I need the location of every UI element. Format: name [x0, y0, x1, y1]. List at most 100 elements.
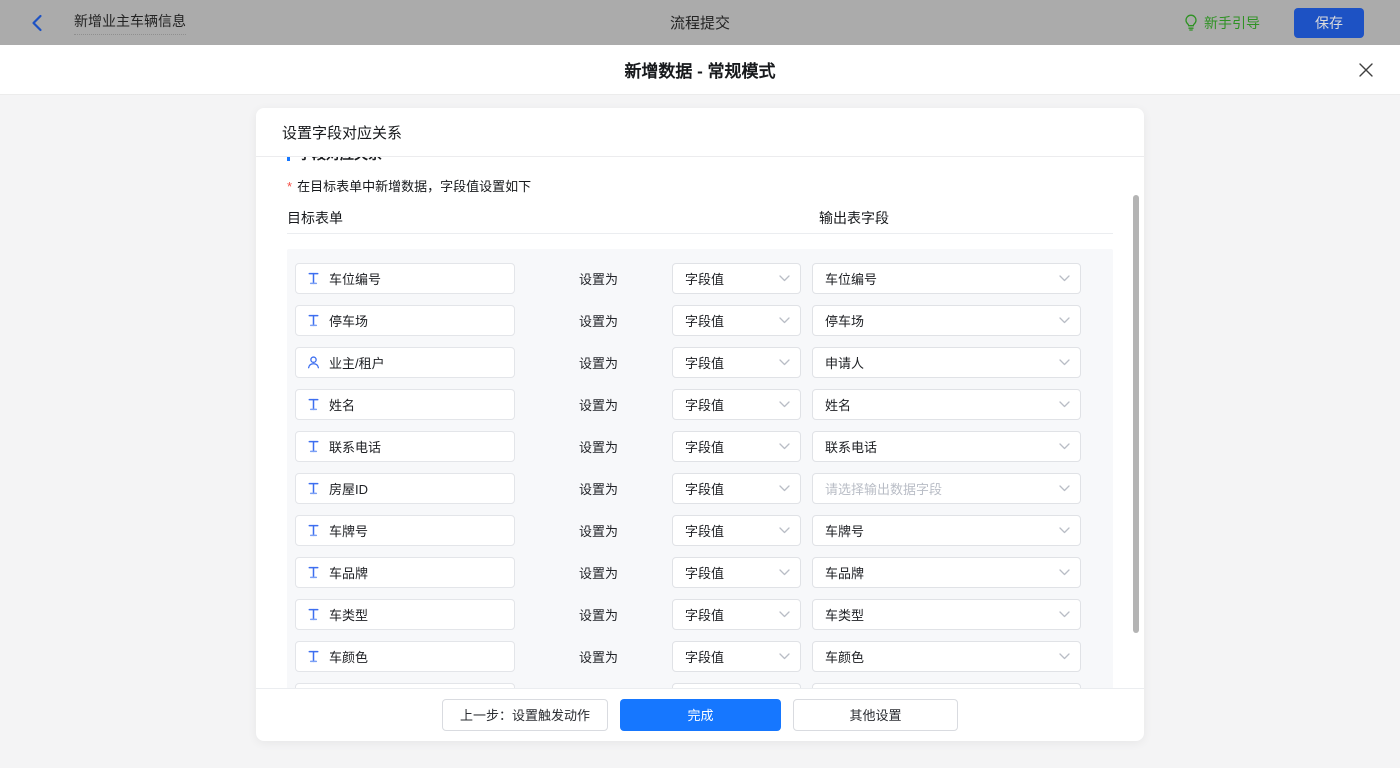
target-field-box: 车颜色 — [295, 641, 515, 672]
chevron-down-icon — [1059, 569, 1070, 576]
column-target-form: 目标表单 — [287, 208, 819, 228]
value-type-select-label: 字段值 — [685, 647, 724, 666]
value-type-select[interactable]: 字段值 — [672, 389, 801, 420]
output-field-select-label: 车品牌 — [825, 563, 864, 582]
output-field-select[interactable]: 联系电话 — [812, 431, 1081, 462]
value-type-select[interactable]: 字段值 — [672, 305, 801, 336]
beginner-guide-button[interactable]: 新手引导 — [1184, 13, 1260, 33]
target-field-box: 车类型 — [295, 599, 515, 630]
save-button[interactable]: 保存 — [1294, 8, 1364, 38]
value-type-select[interactable]: 字段值 — [672, 515, 801, 546]
target-field-label: 车类型 — [329, 605, 368, 624]
output-field-select[interactable]: 车位编号 — [812, 263, 1081, 294]
app-header: 新增业主车辆信息 流程提交 新手引导 保存 — [0, 0, 1400, 45]
mapping-row: 姓名 设置为 字段值 姓名 — [295, 389, 1105, 420]
value-type-select-label: 字段值 — [685, 437, 724, 456]
prev-step-button[interactable]: 上一步：设置触发动作 — [442, 699, 608, 731]
value-type-select[interactable]: 字段值 — [672, 641, 801, 672]
chevron-down-icon — [1059, 527, 1070, 534]
other-settings-button[interactable]: 其他设置 — [793, 699, 958, 731]
text-field-icon — [306, 397, 321, 412]
mapping-row: 车位编号 设置为 字段值 车位编号 — [295, 263, 1105, 294]
column-output-fields: 输出表字段 — [819, 208, 889, 228]
value-type-select[interactable]: 字段值 — [672, 263, 801, 294]
beginner-guide-label: 新手引导 — [1204, 13, 1260, 33]
target-field-box: 车牌号 — [295, 515, 515, 546]
output-field-select-label: 车颜色 — [825, 647, 864, 666]
set-as-label: 设置为 — [579, 647, 619, 666]
set-as-label: 设置为 — [579, 479, 619, 498]
output-field-select-label: 停车场 — [825, 311, 864, 330]
modal-header: 新增数据 - 常规模式 — [0, 45, 1400, 95]
chevron-down-icon — [779, 611, 790, 618]
set-as-label: 设置为 — [579, 521, 619, 540]
scrollbar-thumb[interactable] — [1133, 195, 1139, 633]
target-field-label: 车牌号 — [329, 521, 368, 540]
value-type-select[interactable]: 字段值 — [672, 431, 801, 462]
output-field-select[interactable]: 车类型 — [812, 599, 1081, 630]
output-field-select-label: 姓名 — [825, 395, 851, 414]
set-as-label: 设置为 — [579, 437, 619, 456]
text-field-icon — [306, 565, 321, 580]
chevron-down-icon — [779, 275, 790, 282]
output-field-select[interactable]: 申请人 — [812, 347, 1081, 378]
target-field-label: 房屋ID — [329, 479, 368, 498]
close-icon[interactable] — [1358, 62, 1374, 78]
modal-title: 新增数据 - 常规模式 — [624, 57, 775, 82]
target-field-label: 停车场 — [329, 311, 368, 330]
modal-body: 设置字段对应关系 字段对应关系 *在目标表单中新增数据，字段值设置如下 目标表单… — [0, 108, 1400, 768]
target-field-box: 停车场 — [295, 305, 515, 336]
value-type-select-label: 字段值 — [685, 479, 724, 498]
mapping-row: 停车场 设置为 字段值 停车场 — [295, 305, 1105, 336]
panel-footer: 上一步：设置触发动作 完成 其他设置 — [256, 688, 1144, 740]
output-field-select[interactable]: 请选择输出数据字段 — [812, 473, 1081, 504]
mapping-row: 车颜色 设置为 字段值 车颜色 — [295, 641, 1105, 672]
target-field-label: 业主/租户 — [329, 353, 385, 372]
target-field-label: 车位编号 — [329, 269, 381, 288]
chevron-down-icon — [1059, 611, 1070, 618]
chevron-down-icon — [779, 569, 790, 576]
output-field-select[interactable]: 车品牌 — [812, 557, 1081, 588]
workflow-title[interactable]: 新增业主车辆信息 — [74, 11, 186, 35]
value-type-select[interactable]: 字段值 — [672, 473, 801, 504]
required-note: *在目标表单中新增数据，字段值设置如下 — [287, 176, 1113, 195]
value-type-select-label: 字段值 — [685, 353, 724, 372]
chevron-down-icon — [1059, 653, 1070, 660]
chevron-down-icon — [779, 401, 790, 408]
target-field-box — [295, 683, 515, 688]
output-field-select-label: 联系电话 — [825, 437, 877, 456]
mapping-row: 车类型 设置为 字段值 车类型 — [295, 599, 1105, 630]
output-field-select[interactable]: 停车场 — [812, 305, 1081, 336]
back-button[interactable] — [30, 14, 44, 32]
set-as-label: 设置为 — [579, 311, 619, 330]
mapping-row: 车牌号 设置为 字段值 车牌号 — [295, 515, 1105, 546]
chevron-down-icon — [1059, 443, 1070, 450]
text-field-icon — [306, 439, 321, 454]
value-type-select-label: 字段值 — [685, 605, 724, 624]
output-field-select[interactable]: 姓名 — [812, 389, 1081, 420]
output-field-select-label: 车牌号 — [825, 521, 864, 540]
chevron-down-icon — [1059, 275, 1070, 282]
text-field-icon — [306, 271, 321, 286]
target-field-label: 姓名 — [329, 395, 355, 414]
chevron-down-icon — [779, 359, 790, 366]
output-field-select[interactable] — [812, 683, 1081, 688]
value-type-select-label: 字段值 — [685, 563, 724, 582]
target-field-box: 联系电话 — [295, 431, 515, 462]
target-field-label: 车品牌 — [329, 563, 368, 582]
text-field-icon — [306, 649, 321, 664]
chevron-down-icon — [779, 443, 790, 450]
value-type-select[interactable] — [672, 683, 801, 688]
output-field-select[interactable]: 车颜色 — [812, 641, 1081, 672]
value-type-select[interactable]: 字段值 — [672, 557, 801, 588]
output-field-select[interactable]: 车牌号 — [812, 515, 1081, 546]
chevron-down-icon — [779, 653, 790, 660]
target-field-box: 业主/租户 — [295, 347, 515, 378]
output-field-select-label: 车类型 — [825, 605, 864, 624]
finish-button[interactable]: 完成 — [620, 699, 781, 731]
mapping-row: 联系电话 设置为 字段值 联系电话 — [295, 431, 1105, 462]
lightbulb-icon — [1184, 14, 1198, 31]
value-type-select[interactable]: 字段值 — [672, 599, 801, 630]
output-field-select-label: 申请人 — [825, 353, 864, 372]
value-type-select[interactable]: 字段值 — [672, 347, 801, 378]
